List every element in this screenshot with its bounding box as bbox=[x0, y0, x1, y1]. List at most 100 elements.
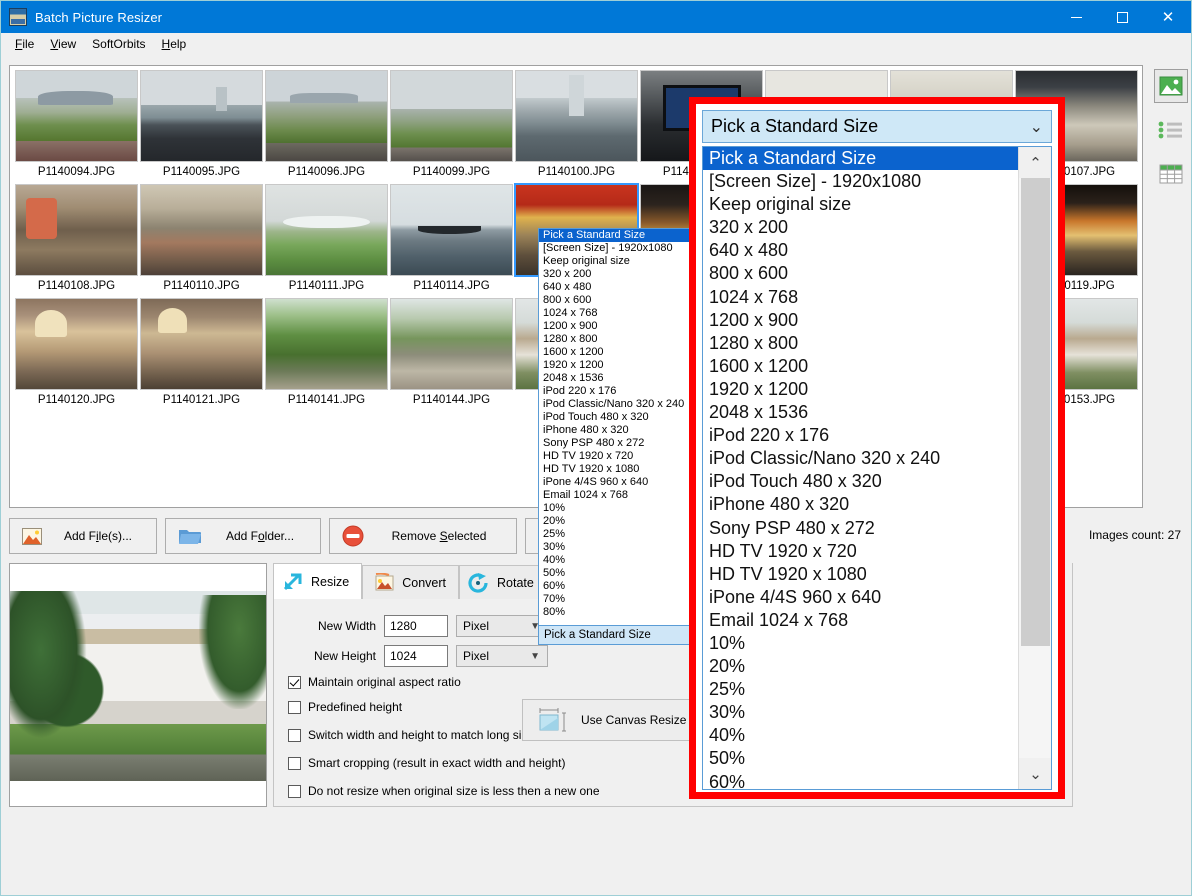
dropdown-option[interactable]: 640 x 480 bbox=[703, 239, 1051, 262]
thumbnail-item[interactable]: P1140095.JPG bbox=[139, 70, 264, 182]
thumbnail-item[interactable]: P1140120.JPG bbox=[14, 298, 139, 410]
dropdown-option[interactable]: iPod Classic/Nano 320 x 240 bbox=[703, 447, 1051, 470]
thumbnail-item[interactable]: P1140141.JPG bbox=[264, 298, 389, 410]
dropdown-option[interactable]: 2048 x 1536 bbox=[539, 372, 693, 385]
dropdown-option[interactable]: Sony PSP 480 x 272 bbox=[703, 517, 1051, 540]
dropdown-option[interactable]: 25% bbox=[703, 678, 1051, 701]
dropdown-option[interactable]: 2048 x 1536 bbox=[703, 401, 1051, 424]
new-width-input[interactable] bbox=[384, 615, 448, 637]
tab-convert[interactable]: Convert bbox=[362, 565, 459, 599]
dropdown-option[interactable]: 1920 x 1200 bbox=[539, 359, 693, 372]
standard-size-dropdown-magnified[interactable]: Pick a Standard Size[Screen Size] - 1920… bbox=[702, 146, 1052, 790]
list-view-button[interactable] bbox=[1154, 113, 1188, 147]
dropdown-option[interactable]: 25% bbox=[539, 528, 693, 541]
thumbnail-item[interactable]: P1140144.JPG bbox=[389, 298, 514, 410]
dropdown-option[interactable]: 1200 x 900 bbox=[539, 320, 693, 333]
dropdown-option[interactable]: 10% bbox=[539, 502, 693, 515]
dropdown-option[interactable]: iPod Touch 480 x 320 bbox=[703, 470, 1051, 493]
dropdown-option[interactable]: 20% bbox=[539, 515, 693, 528]
thumbnail-item[interactable]: P1140114.JPG bbox=[389, 184, 514, 296]
dropdown-option[interactable]: Keep original size bbox=[539, 255, 693, 268]
dropdown-option[interactable]: 30% bbox=[703, 701, 1051, 724]
dropdown-option[interactable]: 1920 x 1200 bbox=[703, 378, 1051, 401]
maximize-button[interactable] bbox=[1099, 1, 1145, 33]
menu-softorbits[interactable]: SoftOrbits bbox=[84, 35, 153, 53]
dropdown-option[interactable]: 70% bbox=[539, 593, 693, 606]
dropdown-option[interactable]: HD TV 1920 x 720 bbox=[539, 450, 693, 463]
dropdown-option[interactable]: 800 x 600 bbox=[539, 294, 693, 307]
checkbox-predefined-height[interactable]: Predefined height bbox=[288, 700, 402, 714]
dropdown-option[interactable]: 800 x 600 bbox=[703, 262, 1051, 285]
menu-file[interactable]: File bbox=[7, 35, 42, 53]
details-grid-view-button[interactable] bbox=[1154, 157, 1188, 191]
dropdown-option[interactable]: 60% bbox=[539, 580, 693, 593]
new-height-input[interactable] bbox=[384, 645, 448, 667]
dropdown-option[interactable]: iPod Touch 480 x 320 bbox=[539, 411, 693, 424]
dropdown-option[interactable]: 10% bbox=[703, 632, 1051, 655]
thumbnail-item[interactable]: P1140096.JPG bbox=[264, 70, 389, 182]
dropdown-option[interactable]: 1600 x 1200 bbox=[703, 355, 1051, 378]
remove-selected-button[interactable]: Remove Selected bbox=[329, 518, 517, 554]
dropdown-option[interactable]: iPone 4/4S 960 x 640 bbox=[703, 586, 1051, 609]
dropdown-option[interactable]: iPod Classic/Nano 320 x 240 bbox=[539, 398, 693, 411]
dropdown-option[interactable]: 1280 x 800 bbox=[703, 332, 1051, 355]
standard-size-combo-closed[interactable]: Pick a Standard Size bbox=[538, 625, 694, 645]
use-canvas-resize-button[interactable]: Use Canvas Resize bbox=[522, 699, 712, 741]
checkbox-maintain-aspect-ratio[interactable]: Maintain original aspect ratio bbox=[288, 675, 461, 689]
dropdown-option[interactable]: 1024 x 768 bbox=[539, 307, 693, 320]
dropdown-option[interactable]: 40% bbox=[703, 724, 1051, 747]
dropdown-option[interactable]: 320 x 200 bbox=[539, 268, 693, 281]
dropdown-option[interactable]: iPone 4/4S 960 x 640 bbox=[539, 476, 693, 489]
dropdown-option[interactable]: 50% bbox=[539, 567, 693, 580]
thumbnail-item[interactable]: P1140111.JPG bbox=[264, 184, 389, 296]
dropdown-option[interactable]: 60% bbox=[703, 771, 1051, 790]
dropdown-option[interactable]: 1280 x 800 bbox=[539, 333, 693, 346]
dropdown-option[interactable]: Sony PSP 480 x 272 bbox=[539, 437, 693, 450]
dropdown-option[interactable]: Email 1024 x 768 bbox=[703, 609, 1051, 632]
dropdown-option[interactable]: 80% bbox=[539, 606, 693, 619]
dropdown-option[interactable]: 30% bbox=[539, 541, 693, 554]
dropdown-option[interactable]: Email 1024 x 768 bbox=[539, 489, 693, 502]
dropdown-option[interactable]: HD TV 1920 x 1080 bbox=[703, 563, 1051, 586]
checkbox-smart-cropping[interactable]: Smart cropping (result in exact width an… bbox=[288, 756, 565, 770]
dropdown-option[interactable]: [Screen Size] - 1920x1080 bbox=[703, 170, 1051, 193]
dropdown-option[interactable]: 40% bbox=[539, 554, 693, 567]
standard-size-combo-magnified[interactable]: Pick a Standard Size ⌄ bbox=[702, 110, 1052, 143]
dropdown-option[interactable]: 50% bbox=[703, 747, 1051, 770]
thumbnail-item[interactable]: P1140108.JPG bbox=[14, 184, 139, 296]
add-folder-button[interactable]: Add Folder... bbox=[165, 518, 321, 554]
dropdown-option[interactable]: HD TV 1920 x 1080 bbox=[539, 463, 693, 476]
dropdown-option[interactable]: iPhone 480 x 320 bbox=[539, 424, 693, 437]
scroll-down-button[interactable]: ⌄ bbox=[1019, 758, 1052, 789]
thumbnail-item[interactable]: P1140121.JPG bbox=[139, 298, 264, 410]
dropdown-option[interactable]: 1600 x 1200 bbox=[539, 346, 693, 359]
thumbnail-view-button[interactable] bbox=[1154, 69, 1188, 103]
dropdown-option[interactable]: Pick a Standard Size bbox=[539, 229, 693, 242]
tab-resize[interactable]: Resize bbox=[273, 563, 362, 599]
dropdown-option[interactable]: Keep original size bbox=[703, 193, 1051, 216]
checkbox-switch-width-height[interactable]: Switch width and height to match long si… bbox=[288, 728, 541, 742]
checkbox-do-not-resize[interactable]: Do not resize when original size is less… bbox=[288, 784, 600, 798]
thumbnail-item[interactable]: P1140099.JPG bbox=[389, 70, 514, 182]
dropdown-option[interactable]: Pick a Standard Size bbox=[703, 147, 1051, 170]
dropdown-option[interactable]: 20% bbox=[703, 655, 1051, 678]
minimize-button[interactable] bbox=[1053, 1, 1099, 33]
menu-view[interactable]: View bbox=[42, 35, 84, 53]
dropdown-option[interactable]: 1024 x 768 bbox=[703, 286, 1051, 309]
add-files-button[interactable]: Add File(s)... bbox=[9, 518, 157, 554]
new-width-unit-select[interactable]: Pixel ▼ bbox=[456, 615, 548, 637]
scroll-up-button[interactable]: ⌃ bbox=[1019, 147, 1052, 178]
thumbnail-item[interactable]: P1140110.JPG bbox=[139, 184, 264, 296]
thumbnail-item[interactable]: P1140100.JPG bbox=[514, 70, 639, 182]
new-height-unit-select[interactable]: Pixel ▼ bbox=[456, 645, 548, 667]
scrollbar-thumb[interactable] bbox=[1021, 178, 1050, 646]
tab-rotate[interactable]: Rotate bbox=[459, 565, 547, 599]
dropdown-option[interactable]: iPod 220 x 176 bbox=[703, 424, 1051, 447]
dropdown-option[interactable]: [Screen Size] - 1920x1080 bbox=[539, 242, 693, 255]
close-button[interactable]: ✕ bbox=[1145, 1, 1191, 33]
dropdown-option[interactable]: iPod 220 x 176 bbox=[539, 385, 693, 398]
dropdown-option[interactable]: 1200 x 900 bbox=[703, 309, 1051, 332]
standard-size-dropdown-list[interactable]: Pick a Standard Size[Screen Size] - 1920… bbox=[538, 228, 694, 644]
dropdown-option[interactable]: 320 x 200 bbox=[703, 216, 1051, 239]
dropdown-option[interactable]: HD TV 1920 x 720 bbox=[703, 540, 1051, 563]
